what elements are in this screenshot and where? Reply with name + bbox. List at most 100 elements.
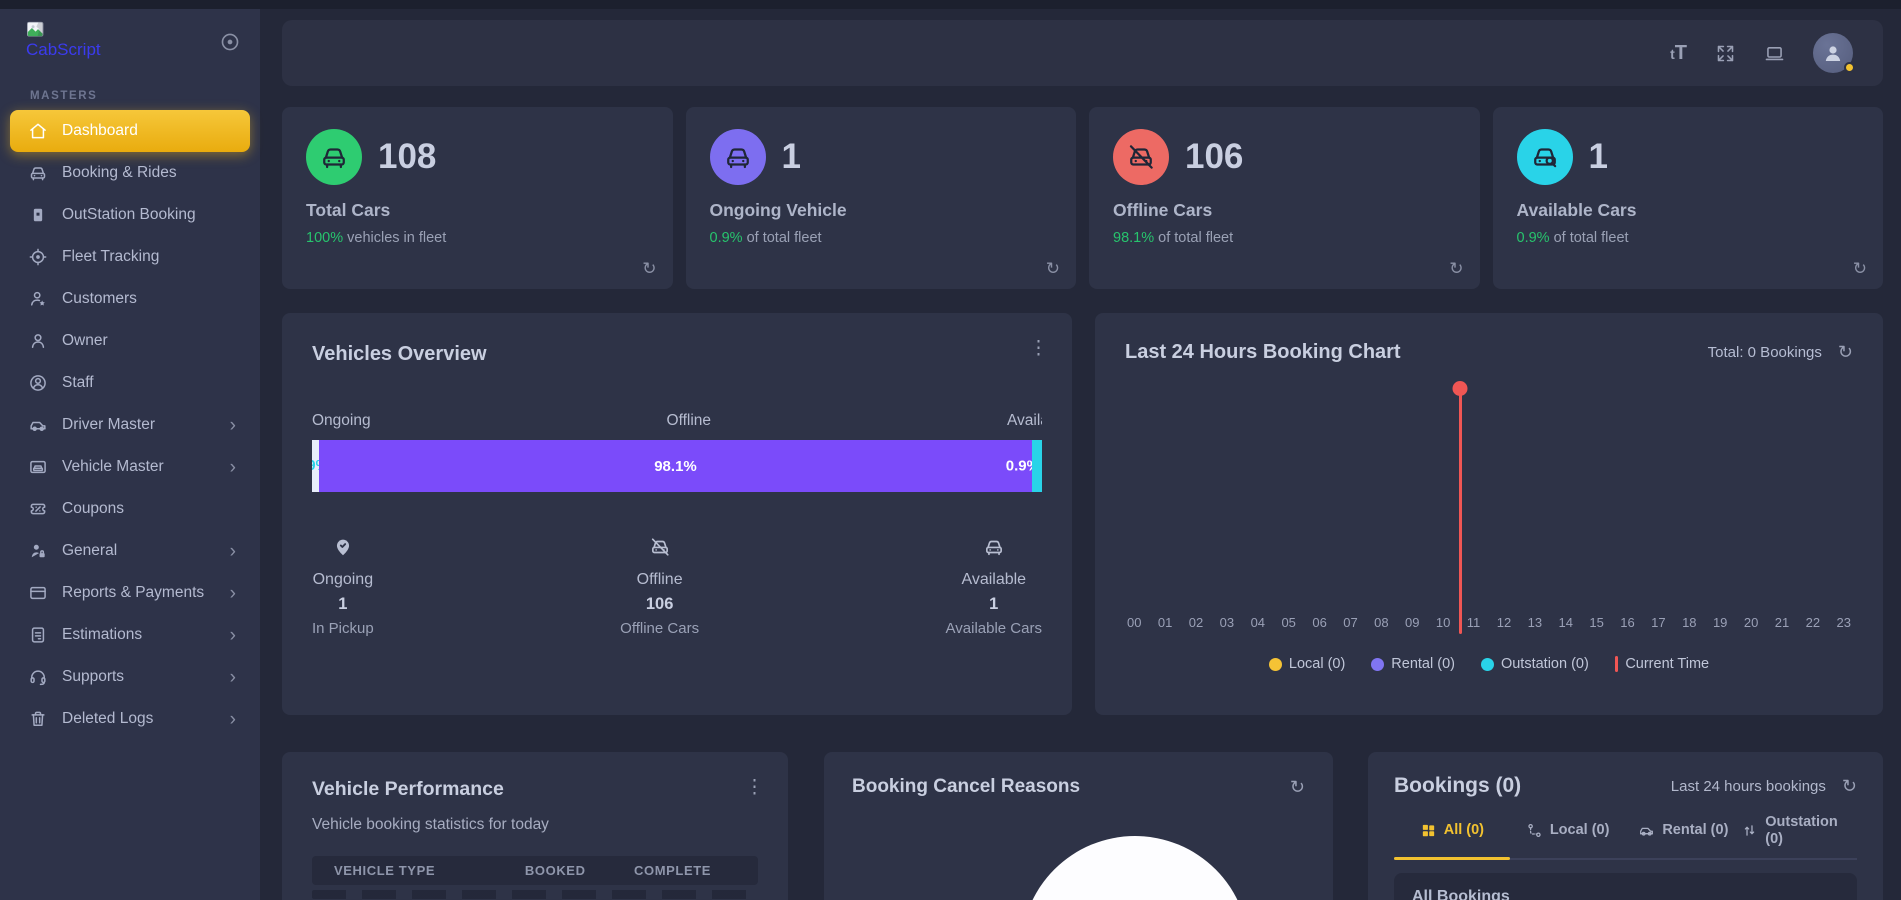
sidebar-header: CabScript xyxy=(0,9,260,60)
stat-card-ongoing-vehicle: 1 Ongoing Vehicle 0.9% of total fleet ↻ xyxy=(685,107,1076,289)
route-icon xyxy=(1526,822,1543,839)
sidebar-item-booking-rides[interactable]: Booking & Rides xyxy=(10,152,250,194)
sidebar-item-customers[interactable]: Customers xyxy=(10,278,250,320)
hour-tick: 15 xyxy=(1589,615,1604,630)
tab-label: All (0) xyxy=(1443,822,1485,839)
tab-rental-0[interactable]: Rental (0) xyxy=(1626,814,1742,858)
overview-stacked-bar: 0.9%98.1%0.9% xyxy=(312,440,1042,492)
legend-dot-icon xyxy=(1371,657,1385,671)
chevron-right-icon: › xyxy=(229,666,236,688)
kebab-menu-icon[interactable]: ⋮ xyxy=(1029,337,1048,360)
refresh-icon[interactable]: ↻ xyxy=(1449,259,1463,279)
target-icon xyxy=(28,247,48,267)
refresh-icon[interactable]: ↻ xyxy=(1046,259,1060,279)
bar-segment: 0.9% xyxy=(312,440,319,492)
sidebar-collapse-button[interactable] xyxy=(218,31,242,55)
tab-outstation-0[interactable]: Outstation (0) xyxy=(1741,814,1857,858)
sidebar-item-supports[interactable]: Supports › xyxy=(10,656,250,698)
table-header-cell: VEHICLE TYPE xyxy=(334,863,436,878)
sidebar-item-outstation-booking[interactable]: OutStation Booking xyxy=(10,194,250,236)
display-button[interactable] xyxy=(1764,43,1785,64)
avatar[interactable] xyxy=(1813,33,1855,73)
clipped-table-row xyxy=(312,890,758,899)
sidebar: CabScript MASTERS Dashboard Booking & Rid… xyxy=(0,9,260,900)
car-side-icon xyxy=(28,415,48,435)
refresh-icon[interactable]: ↻ xyxy=(642,259,656,279)
sidebar-item-label: Supports xyxy=(62,668,125,685)
fullscreen-button[interactable] xyxy=(1715,43,1736,64)
cancel-reasons-panel: Booking Cancel Reasons ↻ xyxy=(824,752,1333,900)
sidebar-item-label: Estimations xyxy=(62,626,143,643)
hour-tick: 18 xyxy=(1682,615,1697,630)
stat-value: 106 xyxy=(1185,137,1244,176)
column-value: 106 xyxy=(645,595,674,613)
sidebar-item-vehicle-master[interactable]: Vehicle Master › xyxy=(10,446,250,488)
sidebar-item-general[interactable]: General › xyxy=(10,530,250,572)
text-size-button[interactable]: tT xyxy=(1670,42,1687,65)
hour-tick: 06 xyxy=(1312,615,1327,630)
column-label: Available xyxy=(961,571,1027,588)
overview-column-offline: Offline 106 Offline Cars xyxy=(620,536,699,637)
person-star-icon xyxy=(28,289,48,309)
cancel-reasons-title: Booking Cancel Reasons xyxy=(852,776,1081,797)
refresh-icon[interactable]: ↻ xyxy=(1842,776,1857,797)
updown-icon xyxy=(1741,822,1758,839)
legend-label: Current Time xyxy=(1625,656,1710,672)
tab-all-0[interactable]: All (0) xyxy=(1394,814,1510,861)
sidebar-item-reports-payments[interactable]: Reports & Payments › xyxy=(10,572,250,614)
chevron-right-icon: › xyxy=(229,456,236,478)
hour-tick: 14 xyxy=(1558,615,1573,630)
header-bar: tT xyxy=(282,20,1883,86)
sidebar-item-driver-master[interactable]: Driver Master › xyxy=(10,404,250,446)
legend-item-current-time: Current Time xyxy=(1614,656,1710,672)
sidebar-item-deleted-logs[interactable]: Deleted Logs › xyxy=(10,698,250,740)
bookings-panel: Bookings (0) Last 24 hours bookings ↻ Al… xyxy=(1368,752,1883,900)
laptop-icon xyxy=(1764,43,1785,64)
stat-value: 1 xyxy=(781,137,801,176)
column-label: Offline xyxy=(636,571,683,588)
car-slash-icon xyxy=(649,536,671,558)
stat-cards-row: 108 Total Cars 100% vehicles in fleet ↻ 1 Ong… xyxy=(282,107,1883,289)
tab-local-0[interactable]: Local (0) xyxy=(1510,814,1626,858)
kebab-menu-icon[interactable]: ⋮ xyxy=(745,776,764,799)
legend-dot-icon xyxy=(1268,657,1282,671)
refresh-icon[interactable]: ↻ xyxy=(1290,777,1305,798)
brand-logo[interactable]: CabScript xyxy=(26,21,101,60)
chevron-right-icon: › xyxy=(229,582,236,604)
car-front-icon xyxy=(709,129,766,185)
stat-percent-line: 98.1% of total fleet xyxy=(1113,230,1234,246)
car-side-icon xyxy=(1638,822,1655,839)
sidebar-item-coupons[interactable]: Coupons xyxy=(10,488,250,530)
legend-item-rental-0: Rental (0) xyxy=(1371,656,1455,672)
bar-label: Available xyxy=(1006,412,1042,429)
sidebar-item-label: Dashboard xyxy=(62,122,138,139)
column-value: 1 xyxy=(338,595,348,613)
refresh-icon[interactable]: ↻ xyxy=(1838,342,1853,363)
stat-card-available-cars: 1 Available Cars 0.9% of total fleet ↻ xyxy=(1492,107,1883,289)
sidebar-item-label: OutStation Booking xyxy=(62,206,196,223)
sidebar-item-label: Coupons xyxy=(62,500,125,517)
sidebar-item-owner[interactable]: Owner xyxy=(10,320,250,362)
legend-item-outstation-0: Outstation (0) xyxy=(1480,656,1589,672)
dashboard-page: { "brand": { "name": "CabScript" }, "sid… xyxy=(0,0,1901,900)
sidebar-item-estimations[interactable]: Estimations › xyxy=(10,614,250,656)
tab-label: Rental (0) xyxy=(1662,822,1729,839)
bookings-section-title: All Bookings xyxy=(1394,873,1857,900)
grid-icon xyxy=(1420,822,1437,839)
sidebar-item-staff[interactable]: Staff xyxy=(10,362,250,404)
vehicles-overview-title: Vehicles Overview xyxy=(312,343,487,365)
car-slash-icon xyxy=(1113,129,1169,185)
performance-table-header: VEHICLE TYPE BOOKED COMPLETE xyxy=(312,856,758,885)
sidebar-item-fleet-tracking[interactable]: Fleet Tracking xyxy=(10,236,250,278)
sidebar-menu: Dashboard Booking & Rides OutStation Booki… xyxy=(0,110,260,740)
sidebar-item-dashboard[interactable]: Dashboard xyxy=(10,110,250,152)
credit-card-icon xyxy=(28,583,48,603)
broken-image-icon xyxy=(26,21,46,39)
booking-total-label: Total: 0 Bookings xyxy=(1707,344,1822,361)
stat-label: Offline Cars xyxy=(1113,200,1213,220)
table-header-cell: COMPLETE xyxy=(634,863,712,878)
refresh-icon[interactable]: ↻ xyxy=(1853,259,1867,279)
hour-axis: 00 01 02 03 04 05 06 07 08 09 10 11 12 13 14 15 16 17 18 19… xyxy=(1127,615,1851,630)
dot-circle-icon xyxy=(219,31,241,53)
person-lock-icon xyxy=(28,541,48,561)
